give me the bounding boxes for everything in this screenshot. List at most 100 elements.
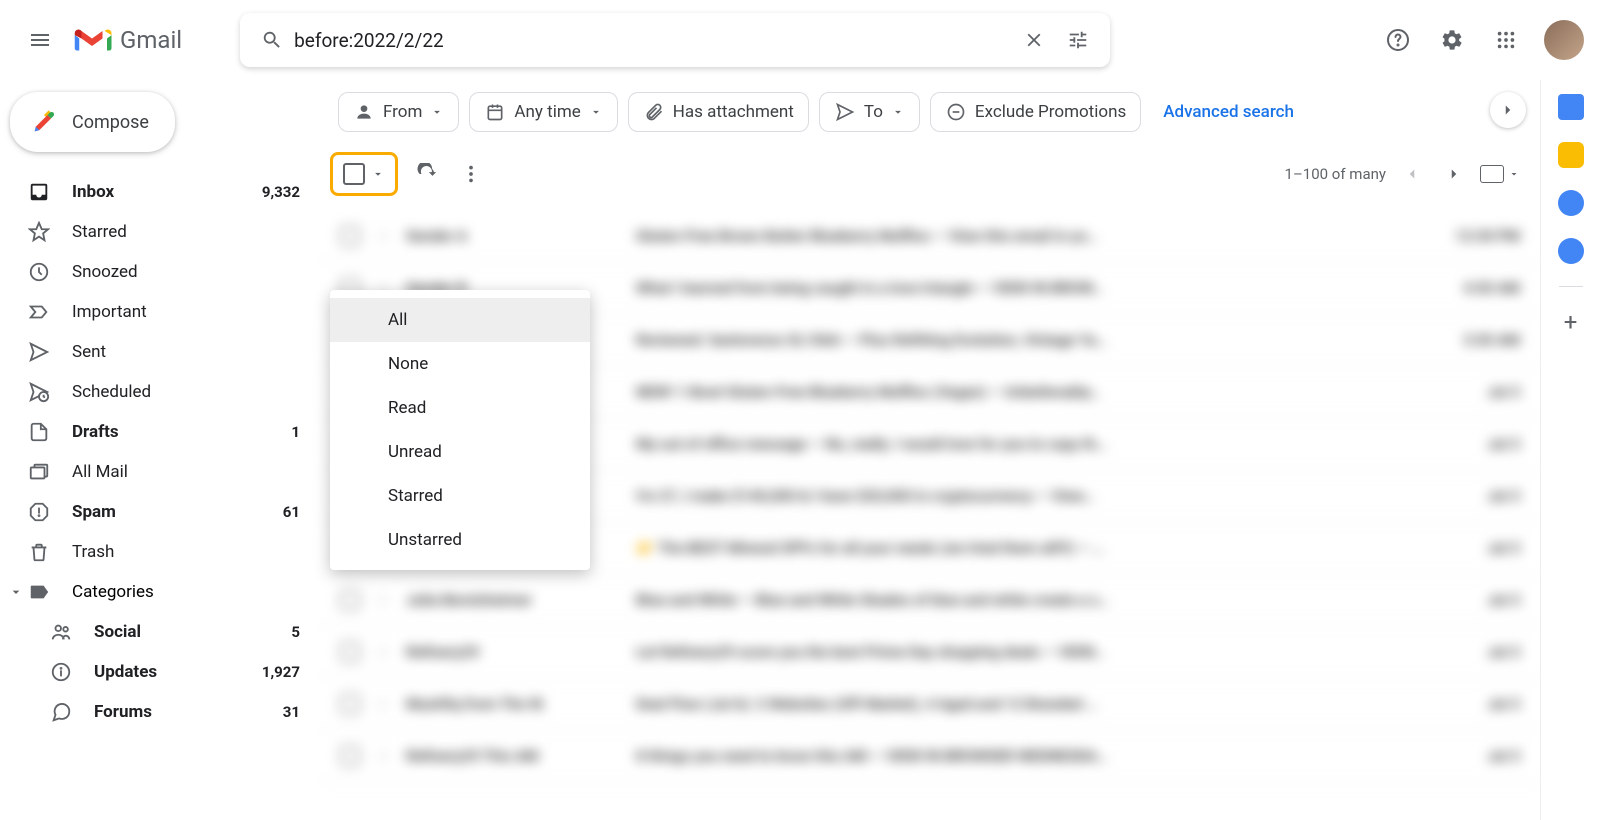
contacts-addon-icon[interactable] xyxy=(1558,238,1584,264)
sidebar-item-important[interactable]: Important xyxy=(0,292,320,332)
gmail-logo[interactable]: Gmail xyxy=(72,25,182,55)
compose-pencil-icon xyxy=(30,108,58,136)
advanced-search-link[interactable]: Advanced search xyxy=(1163,102,1294,122)
mail-row[interactable]: ☆ Refinery29 This AM 8 things you need t… xyxy=(320,730,1540,782)
mail-time: 12:30 PM xyxy=(1430,227,1520,245)
gmail-logo-text: Gmail xyxy=(120,26,182,54)
mail-sender: Refinery29 This AM xyxy=(406,747,636,765)
filter-exclude-promotions[interactable]: Exclude Promotions xyxy=(930,92,1141,132)
sidebar-item-forums[interactable]: Forums 31 xyxy=(0,692,320,732)
mail-time: Jul 3 xyxy=(1430,643,1520,661)
refresh-button[interactable] xyxy=(408,155,446,193)
mail-sender: Refinery29 xyxy=(406,643,636,661)
apps-grid-icon xyxy=(1495,29,1517,51)
dropdown-item-read[interactable]: Read xyxy=(330,386,590,430)
chip-label: To xyxy=(864,102,883,122)
row-checkbox[interactable] xyxy=(340,590,360,610)
filter-has-attachment[interactable]: Has attachment xyxy=(628,92,809,132)
select-all-dropdown[interactable] xyxy=(330,152,398,196)
select-all-checkbox[interactable] xyxy=(343,163,365,185)
mail-subject: What I learned from being caught in a lo… xyxy=(636,279,1430,297)
dropdown-item-none[interactable]: None xyxy=(330,342,590,386)
mail-row[interactable]: ☆ Sender A Gluten-Free Brown Butter Blue… xyxy=(320,210,1540,262)
add-addon-button[interactable]: + xyxy=(1558,309,1584,335)
settings-button[interactable] xyxy=(1430,18,1474,62)
apps-button[interactable] xyxy=(1484,18,1528,62)
chevron-right-icon xyxy=(1445,165,1463,183)
sidebar-item-drafts[interactable]: Drafts 1 xyxy=(0,412,320,452)
mail-time: Jul 3 xyxy=(1430,487,1520,505)
search-input[interactable] xyxy=(294,29,1012,52)
search-button[interactable] xyxy=(250,18,294,62)
star-icon[interactable]: ☆ xyxy=(374,640,392,664)
row-checkbox[interactable] xyxy=(340,746,360,766)
caret-down-icon xyxy=(371,167,385,181)
attachment-icon xyxy=(644,102,664,122)
calendar-icon xyxy=(485,102,505,122)
search-options-button[interactable] xyxy=(1056,18,1100,62)
support-button[interactable] xyxy=(1376,18,1420,62)
select-dropdown-menu: All None Read Unread Starred Unstarred xyxy=(330,290,590,570)
star-icon[interactable]: ☆ xyxy=(374,692,392,716)
sidebar-item-spam[interactable]: Spam 61 xyxy=(0,492,320,532)
sidebar-item-sent[interactable]: Sent xyxy=(0,332,320,372)
nav-label: Sent xyxy=(72,342,106,362)
filter-bar: From Any time Has attachment To Exclude … xyxy=(320,80,1540,138)
sidebar-item-allmail[interactable]: All Mail xyxy=(0,452,320,492)
star-icon xyxy=(28,221,50,243)
mail-time: Jul 3 xyxy=(1430,747,1520,765)
sidebar-item-inbox[interactable]: Inbox 9,332 xyxy=(0,172,320,212)
keep-addon-icon[interactable] xyxy=(1558,142,1584,168)
sidebar-item-trash[interactable]: Trash xyxy=(0,532,320,572)
dropdown-item-unread[interactable]: Unread xyxy=(330,430,590,474)
prev-page-button[interactable] xyxy=(1396,158,1428,190)
row-checkbox[interactable] xyxy=(340,642,360,662)
next-page-button[interactable] xyxy=(1438,158,1470,190)
row-checkbox[interactable] xyxy=(340,226,360,246)
mail-row[interactable]: ☆ Julia Berolzheimer Blue and White — Bl… xyxy=(320,574,1540,626)
mail-row[interactable]: ☆ Refinery29 Let Refinery29 score you th… xyxy=(320,626,1540,678)
mail-time: Jul 3 xyxy=(1430,695,1520,713)
star-icon[interactable]: ☆ xyxy=(374,224,392,248)
caret-down-icon xyxy=(430,105,444,119)
clock-icon xyxy=(28,261,50,283)
dropdown-item-unstarred[interactable]: Unstarred xyxy=(330,518,590,562)
mail-row[interactable]: ☆ Mushfiq from The W. Deal Flow (Jul 6):… xyxy=(320,678,1540,730)
filter-anytime[interactable]: Any time xyxy=(469,92,617,132)
more-actions-button[interactable] xyxy=(452,155,490,193)
people-icon xyxy=(50,621,72,643)
dropdown-item-starred[interactable]: Starred xyxy=(330,474,590,518)
important-icon xyxy=(28,301,50,323)
scroll-filters-right-button[interactable] xyxy=(1490,92,1526,128)
filter-from[interactable]: From xyxy=(338,92,459,132)
sidebar-item-scheduled[interactable]: Scheduled xyxy=(0,372,320,412)
mail-toolbar: 1–100 of many xyxy=(320,138,1540,206)
mail-subject: Deal Flow (Jul 6): 2 Websites (Off-Marke… xyxy=(636,695,1430,713)
row-checkbox[interactable] xyxy=(340,694,360,714)
compose-button[interactable]: Compose xyxy=(10,92,175,152)
dropdown-item-all[interactable]: All xyxy=(330,298,590,342)
caret-down-icon xyxy=(8,584,24,600)
filter-to[interactable]: To xyxy=(819,92,920,132)
search-icon xyxy=(261,29,283,51)
sidebar-item-starred[interactable]: Starred xyxy=(0,212,320,252)
caret-down-icon xyxy=(1508,168,1520,180)
sidebar-item-categories[interactable]: Categories xyxy=(0,572,320,612)
person-icon xyxy=(354,102,374,122)
main-menu-button[interactable] xyxy=(16,16,64,64)
calendar-addon-icon[interactable] xyxy=(1558,94,1584,120)
sidebar-item-snoozed[interactable]: Snoozed xyxy=(0,252,320,292)
star-icon[interactable]: ☆ xyxy=(374,744,392,768)
star-icon[interactable]: ☆ xyxy=(374,588,392,612)
spam-icon xyxy=(28,501,50,523)
nav-count: 1 xyxy=(291,423,300,441)
forum-icon xyxy=(50,701,72,723)
tasks-addon-icon[interactable] xyxy=(1558,190,1584,216)
sidebar-item-social[interactable]: Social 5 xyxy=(0,612,320,652)
account-avatar[interactable] xyxy=(1544,20,1584,60)
mail-time: Jul 3 xyxy=(1430,435,1520,453)
input-tools-button[interactable] xyxy=(1480,165,1520,183)
sidebar-item-updates[interactable]: Updates 1,927 xyxy=(0,652,320,692)
clear-search-button[interactable] xyxy=(1012,18,1056,62)
mail-time: Jul 3 xyxy=(1430,591,1520,609)
